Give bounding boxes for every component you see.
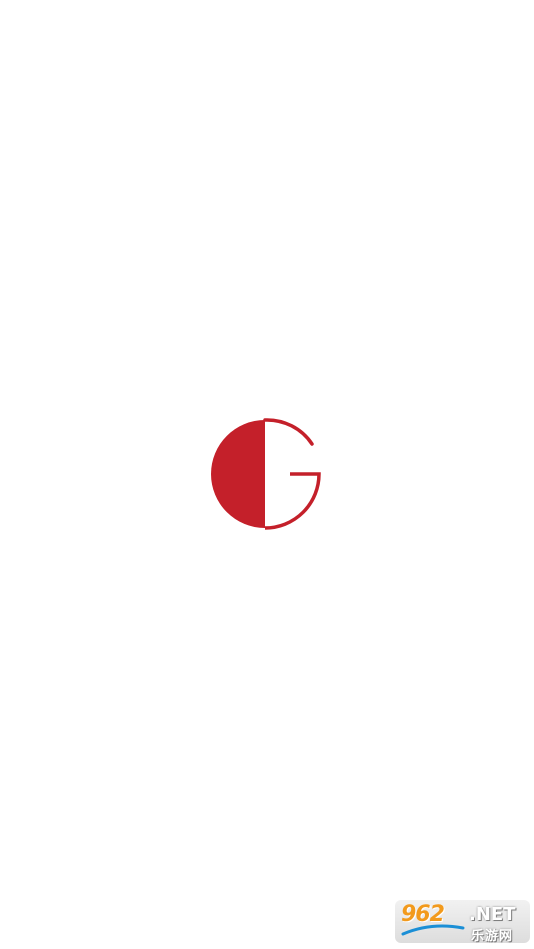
- app-logo: [210, 417, 326, 531]
- watermark-net: .NET: [469, 904, 516, 925]
- splash-screen: 962 .NET 乐游网: [0, 0, 534, 949]
- watermark-swoosh-icon: [401, 924, 465, 936]
- g-logo-icon: [211, 418, 321, 530]
- site-watermark: 962 .NET 乐游网: [395, 900, 530, 944]
- watermark-site-name: 乐游网: [471, 929, 514, 944]
